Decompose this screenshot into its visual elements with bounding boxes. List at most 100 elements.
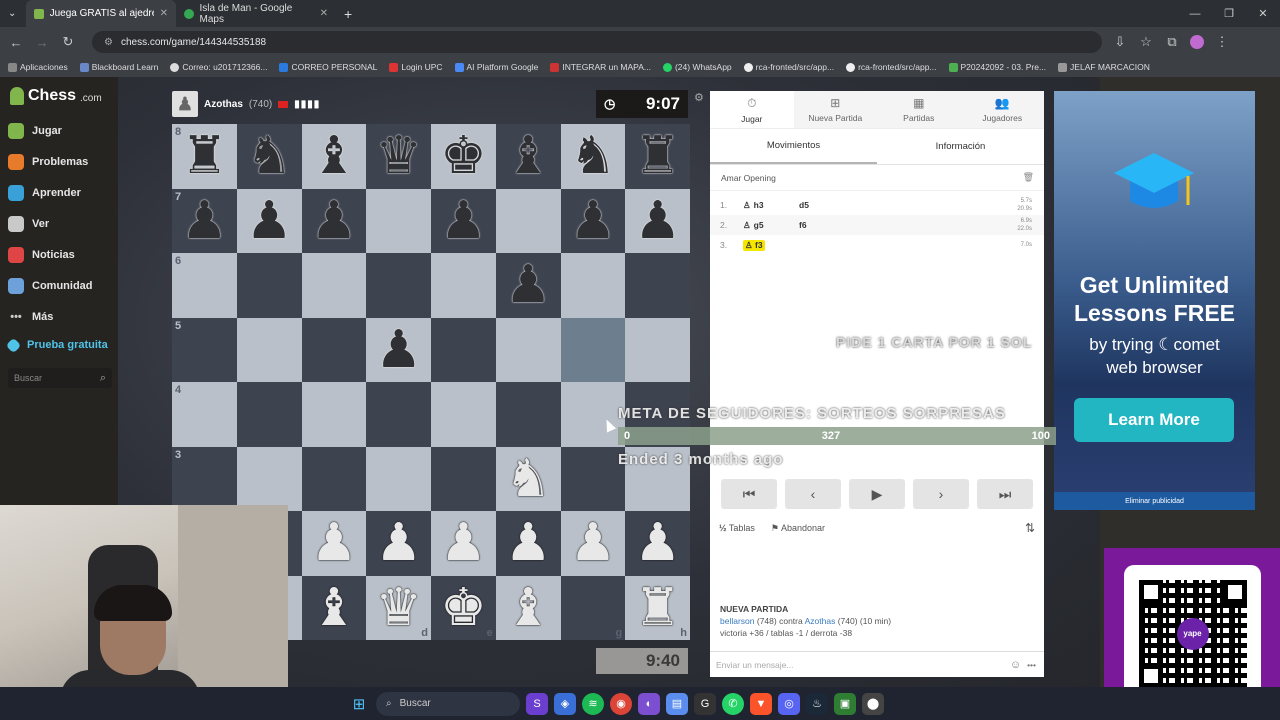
bookmark[interactable]: JELAF MARCACION	[1058, 62, 1150, 72]
white-bishop-icon[interactable]: ♝	[505, 582, 552, 634]
square-e8[interactable]: ♚	[431, 124, 496, 189]
black-queen-icon[interactable]: ♛	[375, 130, 422, 182]
square-e3[interactable]	[431, 446, 496, 511]
black-knight-icon[interactable]: ♞	[570, 130, 617, 182]
black-pawn-icon[interactable]: ♟	[246, 195, 293, 247]
square-g6[interactable]	[560, 253, 626, 318]
trash-icon[interactable]: 🗑	[1023, 172, 1034, 183]
square-e5[interactable]	[431, 317, 496, 382]
back-icon[interactable]: ←	[8, 35, 24, 50]
square-e7[interactable]: ♟	[431, 188, 496, 253]
player2-link[interactable]: Azothas	[805, 616, 836, 626]
forward-icon[interactable]: →	[34, 35, 50, 50]
black-knight-icon[interactable]: ♞	[246, 130, 293, 182]
white-rook-icon[interactable]: ♜	[634, 582, 681, 634]
square-b7[interactable]: ♟	[236, 188, 302, 253]
white-king-icon[interactable]: ♚	[440, 582, 487, 634]
spotify-icon[interactable]: ≋	[582, 692, 604, 715]
opening-name[interactable]: Amar Opening	[721, 173, 776, 183]
square-h5[interactable]	[625, 317, 690, 382]
square-d3[interactable]	[366, 446, 431, 511]
opponent-name[interactable]: Azothas	[204, 99, 243, 110]
white-move[interactable]: ♙ h3	[743, 200, 799, 211]
square-b3[interactable]	[236, 446, 302, 511]
reload-icon[interactable]: ↻	[60, 34, 76, 50]
url-field[interactable]: ⚙ chess.com/game/144344535188	[92, 31, 1102, 53]
square-d5[interactable]: ♟	[366, 317, 431, 382]
black-pawn-icon[interactable]: ♟	[181, 195, 228, 247]
new-tab-button[interactable]: +	[336, 0, 360, 27]
sidebar-item-comunidad[interactable]: Comunidad	[8, 278, 93, 294]
app-icon[interactable]: ▣	[834, 692, 856, 715]
square-h8[interactable]: ♜	[625, 124, 690, 189]
discord-icon[interactable]: ◎	[778, 692, 800, 715]
defender-icon[interactable]: ◈	[554, 692, 576, 715]
bookmark[interactable]: CORREO PERSONAL	[279, 62, 377, 72]
square-d8[interactable]: ♛	[366, 124, 431, 189]
taskbar-search[interactable]: ⌕ Buscar	[376, 691, 520, 716]
white-pawn-icon[interactable]: ♟	[311, 517, 358, 569]
site-info-icon[interactable]: ⚙	[104, 37, 113, 48]
square-b4[interactable]	[236, 382, 302, 447]
settings-gear-icon[interactable]: ⚙	[694, 91, 704, 104]
square-a5[interactable]: 5	[172, 317, 237, 382]
black-pawn-icon[interactable]: ♟	[311, 195, 358, 247]
tab-informacion[interactable]: Información	[877, 129, 1044, 164]
square-f2[interactable]: ♟	[495, 511, 561, 576]
sidebar-search-input[interactable]: Buscar ⌕	[8, 368, 112, 388]
advertisement[interactable]: Get Unlimited Lessons FREE by trying ☾co…	[1054, 91, 1255, 510]
square-g4[interactable]	[560, 382, 626, 447]
close-tab-icon[interactable]: ✕	[320, 8, 328, 19]
white-move[interactable]: ♙ g5	[743, 220, 799, 231]
sidebar-item-mas[interactable]: ••• Más	[8, 309, 53, 325]
square-b8[interactable]: ♞	[236, 124, 302, 189]
square-a6[interactable]: 6	[172, 253, 237, 318]
github-desktop-icon[interactable]: ◐	[638, 692, 660, 715]
square-h7[interactable]: ♟	[625, 188, 690, 253]
black-pawn-icon[interactable]: ♟	[634, 195, 681, 247]
square-f3[interactable]: ♞	[495, 446, 561, 511]
square-c7[interactable]: ♟	[301, 188, 367, 253]
white-move[interactable]: ♙ f3	[743, 239, 799, 251]
bookmark[interactable]: Login UPC	[389, 62, 443, 72]
white-bishop-icon[interactable]: ♝	[311, 582, 358, 634]
emoji-icon[interactable]: ☺	[1010, 659, 1021, 671]
black-bishop-icon[interactable]: ♝	[311, 130, 358, 182]
windows-start-icon[interactable]: ⊞	[348, 693, 370, 715]
tab-list-button[interactable]: ⌄	[0, 0, 26, 27]
square-a3[interactable]: 3	[172, 446, 237, 511]
epic-icon[interactable]: G	[694, 692, 716, 715]
first-move-button[interactable]: ⏮	[721, 479, 777, 509]
sidebar-item-aprender[interactable]: Aprender	[8, 185, 81, 201]
tab-maps[interactable]: Isla de Man - Google Maps ✕	[176, 0, 336, 27]
white-queen-icon[interactable]: ♛	[375, 582, 422, 634]
sidebar-item-noticias[interactable]: Noticias	[8, 247, 75, 263]
menu-icon[interactable]: ⋮	[1214, 34, 1230, 50]
square-a8[interactable]: 8 ♜	[172, 124, 237, 189]
star-icon[interactable]: ☆	[1138, 34, 1154, 50]
resign-button[interactable]: ⚑ Abandonar	[771, 523, 825, 534]
white-pawn-icon[interactable]: ♟	[375, 517, 422, 569]
profile-avatar[interactable]	[1190, 35, 1204, 49]
chat-input[interactable]: Enviar un mensaje... ☺ •••	[710, 651, 1044, 677]
brave-icon[interactable]: ▼	[750, 692, 772, 715]
whatsapp-icon[interactable]: ✆	[722, 692, 744, 715]
tab-nueva-partida[interactable]: ⊞ Nueva Partida	[793, 91, 877, 128]
square-d7[interactable]	[366, 188, 431, 253]
square-e2[interactable]: ♟	[431, 511, 496, 576]
square-h1[interactable]: h ♜	[625, 575, 690, 640]
chess-logo[interactable]: Chess .com	[10, 87, 102, 105]
square-b6[interactable]	[236, 253, 302, 318]
square-e1[interactable]: e ♚	[431, 575, 496, 640]
bookmark[interactable]: INTEGRAR un MAPA...	[550, 62, 651, 72]
remove-ads-link[interactable]: Eliminar publicidad	[1054, 492, 1255, 510]
tab-chess[interactable]: Juega GRATIS al ajedrez online ✕	[26, 0, 176, 27]
square-c5[interactable]	[301, 317, 367, 382]
steam-icon[interactable]: ♨	[806, 692, 828, 715]
square-f7[interactable]	[495, 188, 561, 253]
square-d1[interactable]: d ♛	[366, 575, 431, 640]
square-g5[interactable]	[560, 317, 626, 382]
square-d2[interactable]: ♟	[366, 511, 431, 576]
square-f6[interactable]: ♟	[495, 253, 561, 318]
notepad-icon[interactable]: ▤	[666, 692, 688, 715]
